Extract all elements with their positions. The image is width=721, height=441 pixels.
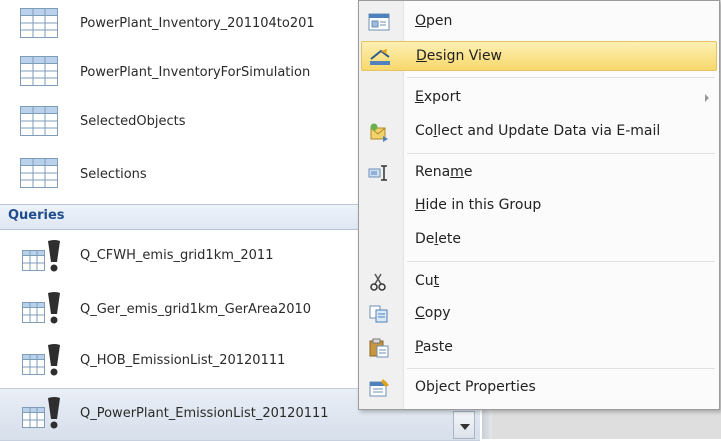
action-query-icon [22,292,60,324]
menu-item-label: Paste [415,339,453,355]
action-query-icon [22,344,60,376]
group-header-label: Queries [8,208,65,223]
menu-item-collect-update[interactable]: Collect and Update Data via E-mail [361,117,717,147]
menu-item-delete[interactable]: Delete [361,225,717,255]
action-query-icon [22,397,60,429]
paste-icon [369,338,389,358]
table-icon [20,158,58,188]
menu-separator [407,153,715,154]
menu-item-object-properties[interactable]: Object Properties [361,373,717,403]
submenu-arrow-icon [705,94,709,102]
menu-item-label: Open [415,13,453,29]
menu-item-open[interactable]: Open [361,7,717,37]
context-menu: Open Design View Export Collect and Upda… [358,0,720,410]
scissors-icon [370,273,386,291]
menu-item-design-view[interactable]: Design View [361,41,717,71]
nav-item-label: Q_HOB_EmissionList_20120111 [80,353,286,368]
rename-icon [368,165,387,181]
scroll-down-button[interactable] [453,411,475,439]
menu-item-label: Collect and Update Data via E-mail [415,123,661,139]
menu-item-export[interactable]: Export [361,83,717,113]
nav-item-label: PowerPlant_InventoryForSimulation [80,65,311,80]
design-view-icon [370,49,390,65]
menu-item-label: Export [415,89,461,105]
menu-item-label: Design View [416,48,503,64]
menu-item-label: Rename [415,164,473,180]
menu-item-label: Cut [415,273,440,289]
menu-separator [407,77,715,78]
menu-item-hide-in-group[interactable]: Hide in this Group [361,191,717,221]
action-query-icon [22,240,60,272]
open-icon [368,13,390,31]
menu-item-rename[interactable]: Rename [361,158,717,188]
table-icon [20,8,58,38]
table-icon [20,106,58,136]
menu-item-label: Object Properties [415,379,536,395]
table-icon [20,56,58,86]
menu-item-cut[interactable]: Cut [361,267,717,297]
nav-item-label: Selections [80,167,147,182]
menu-item-paste[interactable]: Paste [361,333,717,363]
copy-icon [369,305,388,323]
menu-item-label: Delete [415,231,462,247]
menu-separator [407,261,715,262]
nav-item-label: PowerPlant_Inventory_201104to201 [80,16,315,31]
nav-item-label: Q_Ger_emis_grid1km_GerArea2010 [80,302,312,317]
properties-icon [369,379,389,397]
collect-data-icon [370,123,388,142]
nav-item-label: Q_CFWH_emis_grid1km_2011 [80,248,274,263]
menu-item-label: Copy [415,305,451,321]
nav-item-label: SelectedObjects [80,114,186,129]
menu-separator [407,368,715,369]
nav-item-label: Q_PowerPlant_EmissionList_20120111 [80,406,329,421]
menu-item-copy[interactable]: Copy [361,299,717,329]
menu-item-label: Hide in this Group [415,197,542,213]
